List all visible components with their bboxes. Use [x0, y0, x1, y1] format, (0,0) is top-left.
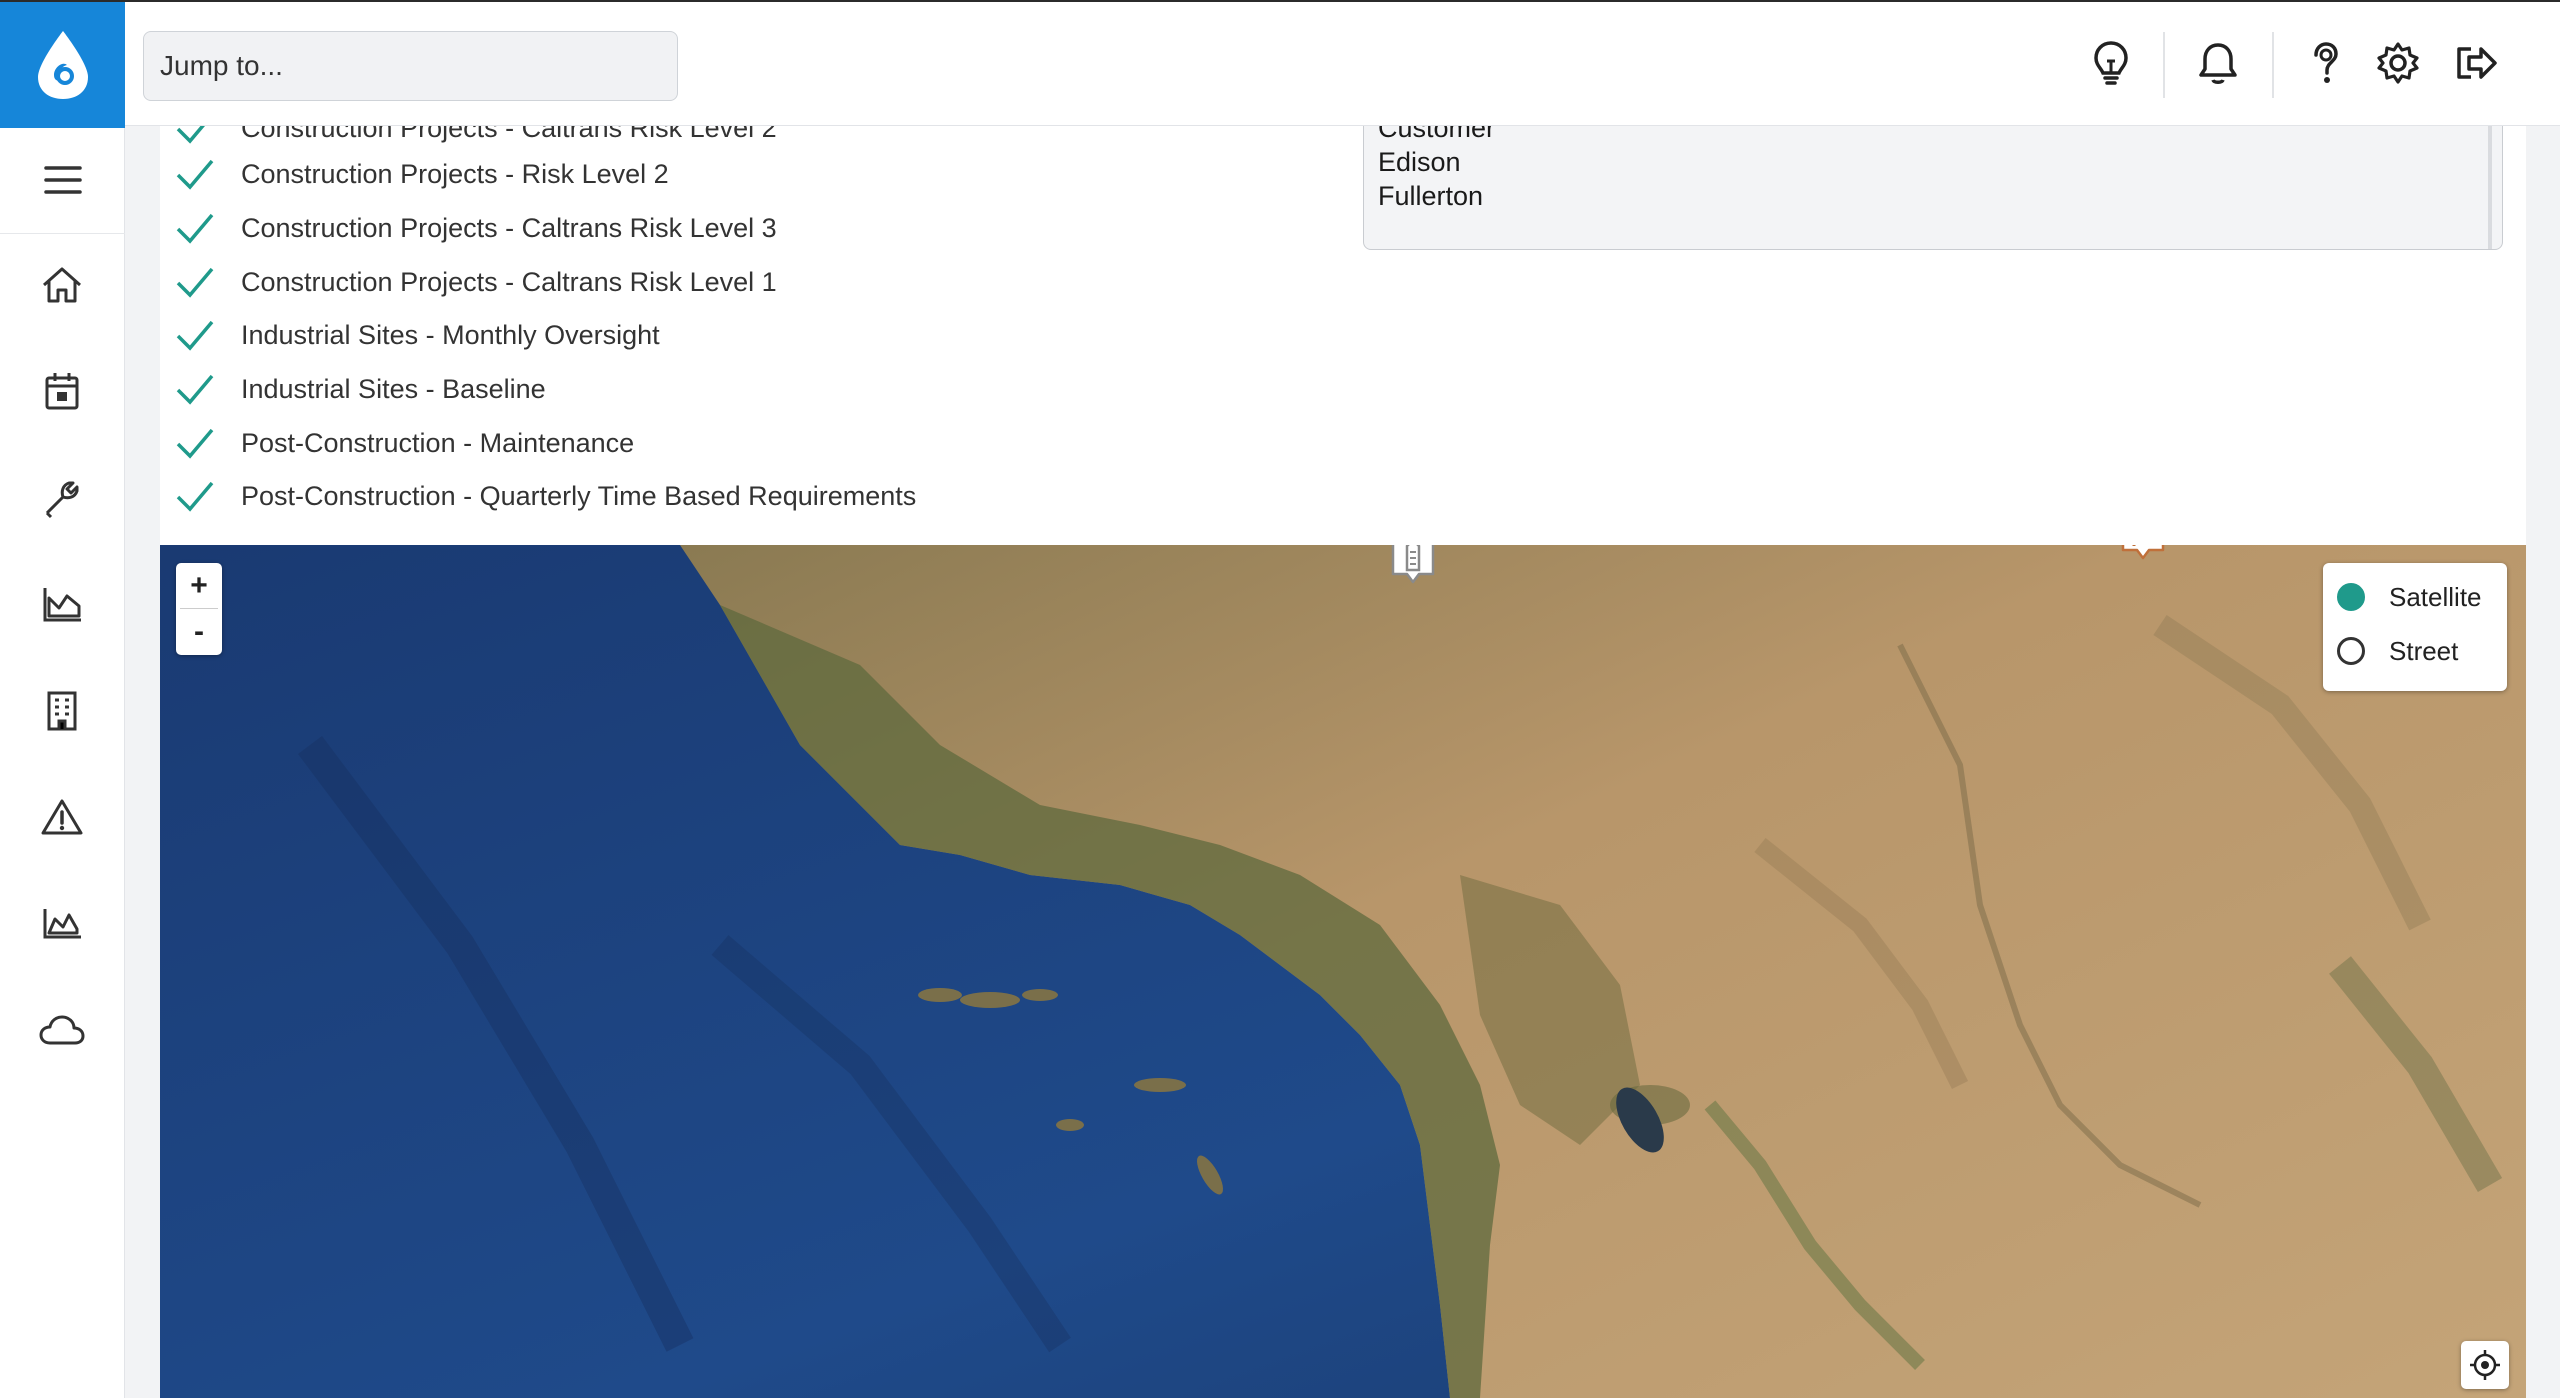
checklist-label: Construction Projects - Caltrans Risk Le… — [241, 212, 777, 243]
checklist-label: Post-Construction - Maintenance — [241, 427, 635, 458]
customer-option[interactable]: Edison — [1378, 147, 1461, 178]
customer-option[interactable]: Fullerton — [1378, 181, 1483, 212]
calendar-icon[interactable] — [30, 359, 94, 423]
post-construction-site-marker[interactable] — [1390, 545, 1436, 584]
zoom-control: + - — [176, 563, 222, 655]
crosshair-icon — [2470, 1350, 2500, 1380]
basemap-switcher: Satellite Street — [2323, 563, 2507, 691]
site-map[interactable]: + - Satellite Street — [160, 545, 2526, 1398]
header-divider — [2163, 32, 2165, 98]
radio-selected[interactable] — [2337, 583, 2365, 611]
area-chart-icon[interactable] — [30, 891, 94, 955]
wrench-icon[interactable] — [30, 466, 94, 530]
check-icon — [176, 267, 214, 298]
radio-unselected[interactable] — [2337, 637, 2365, 665]
layer-label: Street — [2389, 635, 2459, 666]
header-divider — [2272, 32, 2274, 98]
jump-to-input[interactable]: Jump to... — [143, 31, 678, 101]
check-icon — [176, 481, 214, 512]
zoom-out-button[interactable]: - — [176, 609, 222, 654]
app-logo[interactable] — [0, 2, 125, 128]
help-icon[interactable] — [2297, 35, 2353, 91]
zoom-in-button[interactable]: + — [176, 563, 222, 608]
satellite-basemap — [160, 545, 2526, 1398]
check-icon — [176, 126, 205, 144]
top-bar: Jump to... — [0, 0, 2560, 128]
bell-icon[interactable] — [2190, 35, 2246, 91]
gear-icon[interactable] — [2370, 35, 2426, 91]
layer-label: Satellite — [2389, 581, 2482, 612]
layer-option-street[interactable]: Street — [2337, 631, 2458, 671]
checklist-label: Construction Projects - Caltrans Risk Le… — [241, 126, 777, 143]
home-icon[interactable] — [30, 253, 94, 317]
lightbulb-icon[interactable] — [2083, 35, 2139, 91]
chart-icon[interactable] — [30, 572, 94, 636]
cloud-icon[interactable] — [30, 998, 94, 1062]
warning-icon[interactable] — [30, 785, 94, 849]
logout-icon[interactable] — [2448, 35, 2504, 91]
check-icon — [176, 320, 214, 351]
sidebar — [0, 126, 125, 1398]
check-icon — [176, 428, 214, 459]
menu-icon[interactable] — [0, 126, 125, 234]
checklist-label: Industrial Sites - Monthly Oversight — [241, 319, 660, 350]
customer-listbox[interactable]: Customer Edison Fullerton — [1363, 126, 2503, 250]
layer-option-satellite[interactable]: Satellite — [2337, 577, 2482, 617]
customer-option[interactable]: Customer — [1378, 126, 1495, 144]
construction-site-marker[interactable] — [2120, 545, 2166, 560]
check-icon — [176, 159, 214, 190]
water-drop-icon — [37, 31, 88, 99]
checklist-label: Construction Projects - Caltrans Risk Le… — [241, 266, 777, 297]
checklist-label: Post-Construction - Quarterly Time Based… — [241, 480, 917, 511]
filter-panel: Construction Projects - Caltrans Risk Le… — [160, 126, 2526, 546]
check-icon — [176, 213, 214, 244]
checklist-label: Construction Projects - Risk Level 2 — [241, 158, 669, 189]
locate-me-button[interactable] — [2461, 1341, 2509, 1389]
building-icon[interactable] — [30, 679, 94, 743]
listbox-scrollbar[interactable] — [2488, 126, 2492, 249]
check-icon — [176, 374, 214, 405]
checklist-label: Industrial Sites - Baseline — [241, 373, 546, 404]
